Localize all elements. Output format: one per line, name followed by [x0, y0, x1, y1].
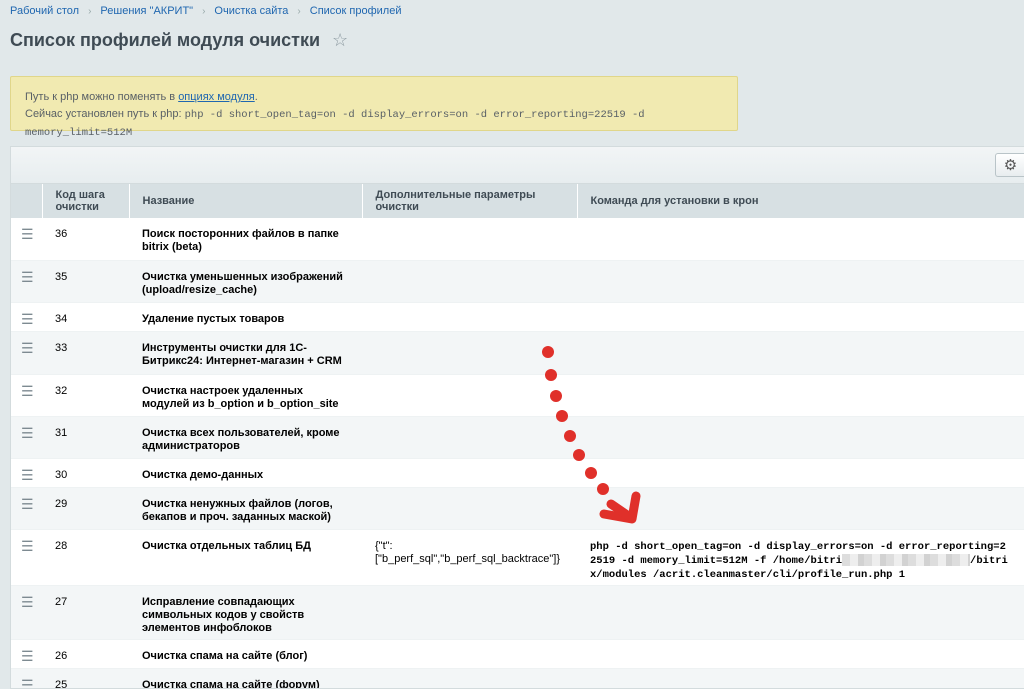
- hamburger-icon[interactable]: ☰: [11, 416, 42, 458]
- row-cron: [577, 458, 1024, 487]
- module-options-link[interactable]: опциях модуля: [178, 91, 255, 103]
- table-row[interactable]: ☰ 36 Поиск посторонних файлов в папке bi…: [11, 218, 1024, 260]
- page-title: Список профилей модуля очистки: [10, 30, 321, 50]
- table-row[interactable]: ☰ 26 Очистка спама на сайте (блог): [11, 639, 1024, 668]
- row-name: Очистка ненужных файлов (логов, бекапов …: [129, 487, 362, 529]
- row-name: Удаление пустых товаров: [142, 312, 285, 325]
- row-step: 32: [55, 384, 68, 397]
- row-step: 26: [55, 649, 68, 662]
- row-params: {"t":["b_perf_sql","b_perf_sql_backtrace…: [375, 539, 561, 565]
- hamburger-icon[interactable]: ☰: [11, 585, 42, 639]
- row-name: Поиск посторонних файлов в папке bitrix …: [142, 228, 339, 253]
- breadcrumb-separator-icon: ›: [88, 6, 92, 17]
- row-params: [362, 639, 577, 668]
- redacted-path: [842, 553, 971, 566]
- hamburger-icon[interactable]: ☰: [11, 218, 42, 260]
- star-icon[interactable]: ☆: [332, 30, 348, 51]
- breadcrumb-separator-icon: ›: [297, 6, 301, 17]
- row-params: [362, 416, 577, 458]
- row-step: 33: [42, 331, 129, 374]
- row-params: [362, 487, 577, 529]
- hamburger-icon[interactable]: ☰: [11, 668, 42, 688]
- row-name: Очистка спама на сайте (блог): [142, 649, 308, 662]
- hamburger-icon[interactable]: ☰: [11, 302, 42, 331]
- row-cron: php -d short_open_tag=on -d display_erro…: [577, 529, 1024, 585]
- breadcrumb-separator-icon: ›: [202, 6, 206, 17]
- row-params: [362, 218, 577, 260]
- row-cron: [577, 668, 1024, 688]
- row-step: 35: [42, 260, 129, 302]
- row-step: 28: [55, 539, 68, 552]
- row-cron: [577, 260, 1024, 302]
- column-cron[interactable]: Команда для установки в крон: [577, 184, 1024, 218]
- row-step: 25: [42, 668, 129, 688]
- row-cron: [577, 302, 1024, 331]
- table-row[interactable]: ☰ 32 Очистка настроек удаленных модулей …: [11, 374, 1024, 416]
- profiles-grid: ⚙ Код шага очистки Название Дополнительн…: [10, 146, 1024, 689]
- row-params: [362, 585, 577, 639]
- php-path-notice: Путь к php можно поменять в опциях модул…: [10, 76, 738, 139]
- breadcrumb: Рабочий стол › Решения "АКРИТ" › Очистка сай…: [10, 5, 402, 17]
- row-name: Инструменты очистки для 1С-Битрикс24: Ин…: [129, 331, 362, 374]
- notice-text: .: [254, 91, 258, 103]
- row-step: 30: [55, 468, 68, 481]
- row-step: 31: [42, 416, 129, 458]
- breadcrumb-item[interactable]: Список профилей: [310, 5, 402, 17]
- breadcrumb-item[interactable]: Рабочий стол: [10, 5, 79, 17]
- settings-button[interactable]: ⚙: [995, 153, 1024, 177]
- row-name: Очистка всех пользователей, кроме админи…: [129, 416, 362, 458]
- breadcrumb-item[interactable]: Решения "АКРИТ": [100, 5, 193, 17]
- row-params: [362, 458, 577, 487]
- row-params: [362, 374, 577, 416]
- row-cron: [577, 487, 1024, 529]
- table-row[interactable]: ☰ 29 Очистка ненужных файлов (логов, бек…: [11, 487, 1024, 529]
- table-row[interactable]: ☰ 25 Очистка спама на сайте (форум): [11, 668, 1024, 688]
- column-name[interactable]: Название: [129, 184, 363, 218]
- row-step: 36: [55, 228, 68, 240]
- row-name: Очистка спама на сайте (форум): [129, 668, 362, 688]
- column-params[interactable]: Дополнительные параметры очистки: [362, 184, 578, 218]
- hamburger-icon[interactable]: ☰: [11, 487, 42, 529]
- table-row[interactable]: ☰ 27 Исправление совпадающих символьных …: [11, 585, 1024, 639]
- table-row[interactable]: ☰ 30 Очистка демо-данных: [11, 458, 1024, 487]
- table-row[interactable]: ☰ 33 Инструменты очистки для 1С-Битрикс2…: [11, 331, 1024, 374]
- grid-toolbar: ⚙: [11, 147, 1024, 184]
- notice-text: Путь к php можно поменять в: [25, 91, 179, 103]
- row-params: [362, 260, 577, 302]
- row-name: Очистка демо-данных: [142, 468, 264, 481]
- table-row[interactable]: ☰ 34 Удаление пустых товаров: [11, 302, 1024, 331]
- column-step[interactable]: Код шага очистки: [42, 184, 130, 218]
- row-cron: [577, 416, 1024, 458]
- notice-text: Сейчас установлен путь к php:: [25, 108, 185, 120]
- row-cron: [577, 639, 1024, 668]
- row-step: 29: [42, 487, 129, 529]
- row-step: 34: [55, 312, 68, 325]
- row-name: Исправление совпадающих символьных кодов…: [129, 585, 362, 639]
- hamburger-icon[interactable]: ☰: [11, 458, 42, 487]
- profiles-table: Код шага очистки Название Дополнительные…: [11, 184, 1024, 688]
- row-params: [362, 331, 577, 374]
- row-name: Очистка отдельных таблиц БД: [142, 539, 311, 552]
- hamburger-icon[interactable]: ☰: [11, 260, 42, 302]
- table-row[interactable]: ☰ 35 Очистка уменьшенных изображений (up…: [11, 260, 1024, 302]
- row-name: Очистка уменьшенных изображений (upload/…: [129, 260, 362, 302]
- row-cron: [577, 218, 1024, 260]
- row-step: 27: [42, 585, 129, 639]
- hamburger-icon[interactable]: ☰: [11, 529, 42, 585]
- row-cron: [577, 331, 1024, 374]
- column-drag: [11, 184, 43, 218]
- breadcrumb-item[interactable]: Очистка сайта: [214, 5, 288, 17]
- table-row[interactable]: ☰ 31 Очистка всех пользователей, кроме а…: [11, 416, 1024, 458]
- row-cron: [577, 585, 1024, 639]
- row-name: Очистка настроек удаленных модулей из b_…: [142, 384, 339, 410]
- row-cron: [577, 374, 1024, 416]
- row-params: [362, 302, 577, 331]
- table-row[interactable]: ☰ 28 Очистка отдельных таблиц БД {"t":["…: [11, 529, 1024, 585]
- hamburger-icon[interactable]: ☰: [11, 374, 42, 416]
- hamburger-icon[interactable]: ☰: [11, 331, 42, 374]
- hamburger-icon[interactable]: ☰: [11, 639, 42, 668]
- row-params: [362, 668, 577, 688]
- gear-icon: ⚙: [1003, 157, 1018, 174]
